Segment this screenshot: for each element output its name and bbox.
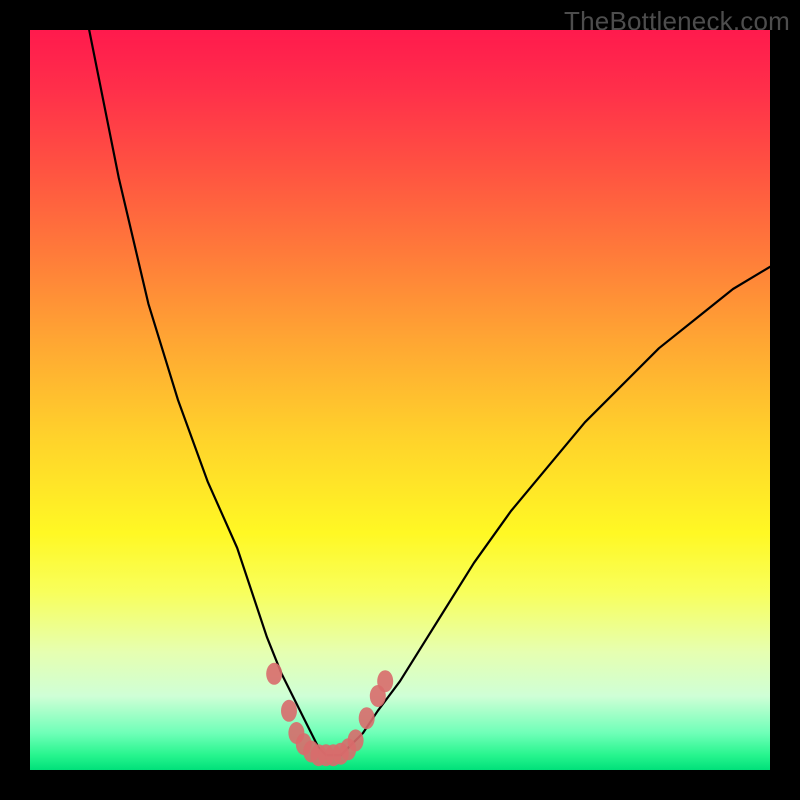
marker-point [359, 707, 375, 729]
curve-svg [30, 30, 770, 770]
marker-point [266, 663, 282, 685]
chart-frame: TheBottleneck.com [0, 0, 800, 800]
marker-point [348, 729, 364, 751]
marker-point [281, 700, 297, 722]
plot-area [30, 30, 770, 770]
data-markers [266, 663, 393, 766]
bottleneck-curve [89, 30, 770, 755]
marker-point [377, 670, 393, 692]
